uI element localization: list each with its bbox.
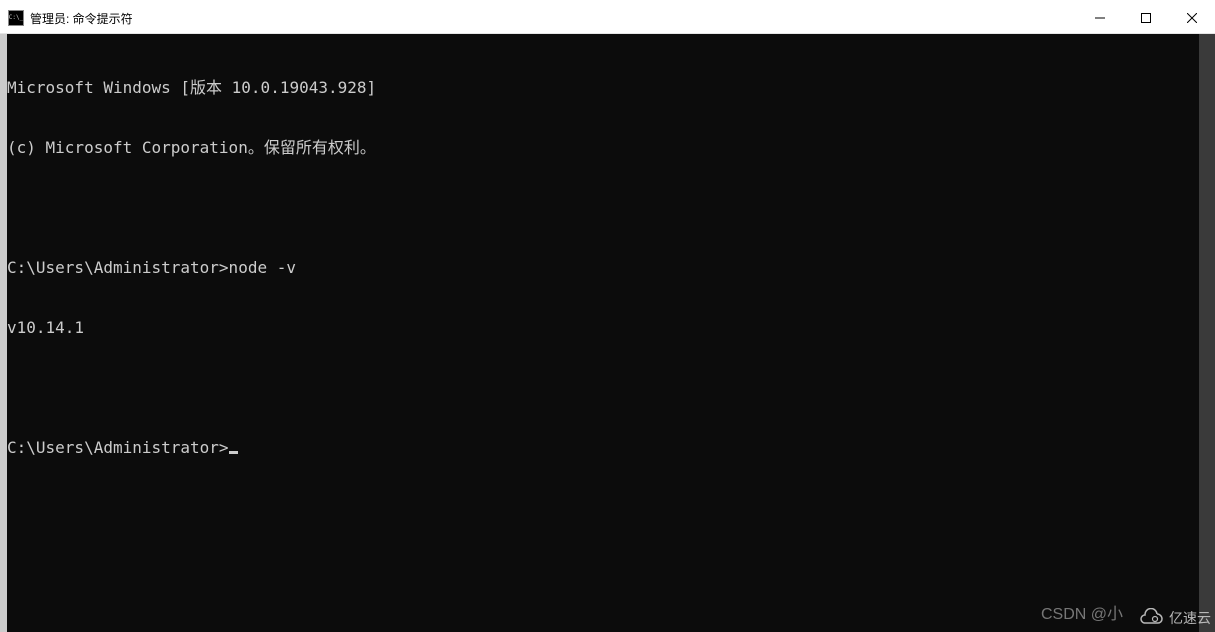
cloud-icon xyxy=(1137,608,1165,628)
maximize-button[interactable] xyxy=(1123,3,1169,33)
minimize-icon xyxy=(1095,13,1105,23)
terminal-line: (c) Microsoft Corporation。保留所有权利。 xyxy=(7,138,1199,158)
window-controls xyxy=(1077,3,1215,33)
titlebar[interactable]: 管理员: 命令提示符 xyxy=(0,3,1215,34)
scrollbar-thumb[interactable] xyxy=(1199,34,1215,632)
vertical-scrollbar[interactable] xyxy=(1199,34,1215,632)
terminal-line: C:\Users\Administrator>node -v xyxy=(7,258,1199,278)
close-button[interactable] xyxy=(1169,3,1215,33)
csdn-watermark: CSDN @小 xyxy=(1041,600,1123,624)
terminal-content[interactable]: Microsoft Windows [版本 10.0.19043.928] (c… xyxy=(7,34,1199,632)
cloud-watermark-text: 亿速云 xyxy=(1169,608,1211,628)
minimize-button[interactable] xyxy=(1077,3,1123,33)
close-icon xyxy=(1187,13,1197,23)
terminal-line xyxy=(7,378,1199,398)
terminal-cursor xyxy=(229,451,238,454)
terminal-prompt-line: C:\Users\Administrator> xyxy=(7,438,1199,458)
maximize-icon xyxy=(1141,13,1151,23)
window-title: 管理员: 命令提示符 xyxy=(30,10,1077,27)
terminal-gutter xyxy=(0,34,7,632)
terminal-line: v10.14.1 xyxy=(7,318,1199,338)
terminal-line xyxy=(7,198,1199,218)
terminal-prompt-text: C:\Users\Administrator> xyxy=(7,438,229,457)
command-prompt-window: 管理员: 命令提示符 Microsoft Windows [版本 10.0.19… xyxy=(0,3,1215,632)
terminal-area: Microsoft Windows [版本 10.0.19043.928] (c… xyxy=(0,34,1215,632)
cmd-icon xyxy=(8,10,24,26)
terminal-line: Microsoft Windows [版本 10.0.19043.928] xyxy=(7,78,1199,98)
cloud-watermark: 亿速云 xyxy=(1137,608,1211,628)
